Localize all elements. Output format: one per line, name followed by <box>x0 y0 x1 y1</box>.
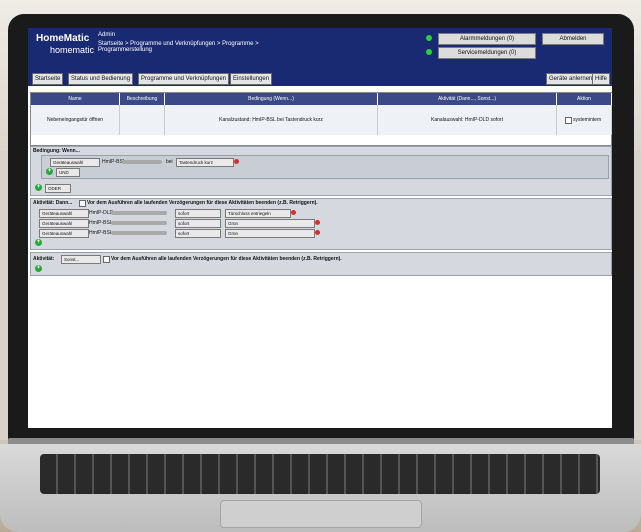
activity-row2-timing[interactable]: sofort <box>175 219 221 228</box>
row-condition: Kanalzustand: HmIP-BSL bei Tastendruck k… <box>165 105 378 135</box>
activity-retrigger-checkbox[interactable] <box>79 200 86 207</box>
else-title: Aktivität: <box>33 256 55 262</box>
else-retrigger-checkbox[interactable] <box>103 256 110 263</box>
breadcrumb: Startseite > Programme und Verknüpfungen… <box>98 41 259 53</box>
activity-retrigger-label: Vor dem Ausführen alle laufenden Verzöge… <box>87 200 318 206</box>
program-table: Name Beschreibung Bedingung (Wenn...) Ak… <box>30 92 612 146</box>
condition-add-icon[interactable]: + <box>46 168 53 175</box>
condition-device-select[interactable]: Geräteauswahl <box>50 158 100 167</box>
toolbar-status[interactable]: Status und Bedienung <box>68 73 134 85</box>
condition-bei: bei <box>166 159 173 165</box>
activity-row3-timing[interactable]: sofort <box>175 229 221 238</box>
activity-row1-device: HmIP-DLD <box>89 210 114 216</box>
row-name: Nebeneingangstür öffnen <box>31 105 120 135</box>
service-status-icon <box>426 49 432 55</box>
toolbar-geraete-anlernen[interactable]: Geräte anlernen <box>546 73 596 85</box>
laptop-keyboard <box>40 454 600 494</box>
row-activity: Kanalauswahl: HmIP-DLD sofort <box>378 105 557 135</box>
row-description <box>120 105 165 135</box>
condition-section: Bedingung: Wenn... Geräteauswahl HmIP-BS… <box>30 146 612 196</box>
condition-oder-select[interactable]: ODER <box>45 184 71 193</box>
laptop-trackpad <box>220 500 422 528</box>
screen: HomeMatic homematic Admin Startseite > P… <box>28 28 612 428</box>
service-button[interactable]: Servicemeldungen (0) <box>438 47 536 59</box>
activity-row2-device: HmIP-BSL <box>89 220 113 226</box>
activity-row2-select[interactable]: Geräteauswahl <box>39 219 89 228</box>
toolbar-hilfe[interactable]: Hilfe <box>592 73 611 85</box>
logo-homematic-sub: homematic <box>50 45 95 55</box>
activity-row3-device: HmIP-BSL <box>89 230 113 236</box>
alarm-button[interactable]: Alarmmeldungen (0) <box>438 33 536 45</box>
activity-row3-delete-icon[interactable] <box>315 230 320 235</box>
toolbar-einstellungen[interactable]: Einstellungen <box>230 73 273 85</box>
row-action: systemintern <box>557 105 612 135</box>
activity-add-icon[interactable]: + <box>35 239 42 246</box>
col-beschreibung: Beschreibung <box>120 93 165 105</box>
activity-row1-delete-icon[interactable] <box>291 210 296 215</box>
systemintern-label: systemintern <box>573 117 602 123</box>
condition-group: Geräteauswahl HmIP-BSL bei Tastendruck k… <box>41 155 609 179</box>
else-retrigger-label: Vor dem Ausführen alle laufenden Verzöge… <box>111 256 342 262</box>
activity-row1-timing[interactable]: sofort <box>175 209 221 218</box>
col-bedingung: Bedingung (Wenn...) <box>165 93 378 105</box>
activity-section: Aktivität: Dann... Vor dem Ausführen all… <box>30 198 612 250</box>
logo-homematic: HomeMatic <box>36 33 90 44</box>
systemintern-checkbox[interactable] <box>565 117 572 124</box>
else-section: Aktivität: Sonst... Vor dem Ausführen al… <box>30 252 612 276</box>
activity-row3-value[interactable]: Grün <box>225 229 315 238</box>
activity-row2-delete-icon[interactable] <box>315 220 320 225</box>
activity-row2-serial <box>111 221 167 225</box>
activity-row3-serial <box>111 231 167 235</box>
condition-title: Bedingung: Wenn... <box>33 148 80 154</box>
else-add-icon[interactable]: + <box>35 265 42 272</box>
col-name: Name <box>31 93 120 105</box>
activity-title: Aktivität: Dann... <box>33 200 73 206</box>
condition-device-serial <box>122 160 162 164</box>
condition-trigger-select[interactable]: Tastendruck kurz <box>176 158 234 167</box>
activity-row1-value[interactable]: Türschloss entriegeln <box>225 209 291 218</box>
user-name: Admin <box>98 32 116 38</box>
alarm-status-icon <box>426 35 432 41</box>
activity-row1-select[interactable]: Geräteauswahl <box>39 209 89 218</box>
condition-add-oder-icon[interactable]: + <box>35 184 42 191</box>
col-aktion: Aktion <box>557 93 612 105</box>
toolbar-programme[interactable]: Programme und Verknüpfungen <box>138 73 230 85</box>
col-aktivitaet: Aktivität (Dann..., Sonst...) <box>378 93 557 105</box>
toolbar-startseite[interactable]: Startseite <box>32 73 64 85</box>
condition-delete-icon[interactable] <box>234 159 239 164</box>
else-select[interactable]: Sonst... <box>61 255 101 264</box>
activity-row3-select[interactable]: Geräteauswahl <box>39 229 89 238</box>
activity-row2-value[interactable]: Grün <box>225 219 315 228</box>
app-header: HomeMatic homematic Admin Startseite > P… <box>28 28 612 70</box>
logout-button[interactable]: Abmelden <box>542 33 604 45</box>
main-toolbar: Startseite Status und Bedienung Programm… <box>28 70 612 86</box>
condition-und-select[interactable]: UND <box>56 168 80 177</box>
activity-row1-serial <box>111 211 167 215</box>
